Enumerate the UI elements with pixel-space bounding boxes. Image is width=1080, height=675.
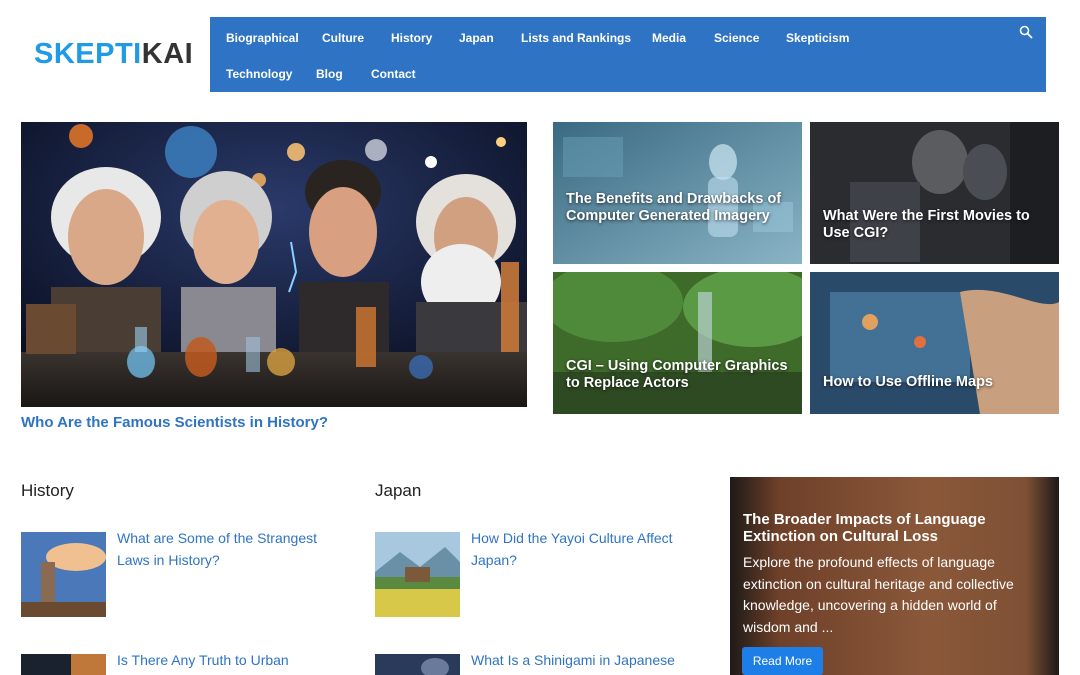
tile-image: [810, 122, 1059, 264]
tile-offline-maps[interactable]: How to Use Offline Maps: [810, 272, 1059, 414]
nav-science[interactable]: Science: [714, 31, 759, 45]
feature-title: The Broader Impacts of Language Extincti…: [743, 511, 986, 545]
tile-title: The Benefits and Drawbacks of Computer G…: [566, 191, 782, 224]
tile-cgi-replace-actors[interactable]: CGI – Using Computer Graphics to Replace…: [553, 272, 802, 414]
tile-image: [553, 272, 802, 414]
logo-part2: KAI: [141, 38, 194, 70]
feature-card[interactable]: The Broader Impacts of Language Extincti…: [730, 477, 1059, 675]
japan-item-image[interactable]: [375, 532, 460, 617]
history-item-image[interactable]: [21, 532, 106, 617]
site-logo[interactable]: SKEPTIKAI: [34, 38, 193, 71]
tile-title: How to Use Offline Maps: [823, 374, 993, 390]
nav-history[interactable]: History: [391, 31, 432, 45]
tile-image: [810, 272, 1059, 414]
japan-item-link[interactable]: How Did the Yayoi Culture Affect Japan?: [471, 527, 686, 571]
history-item-link[interactable]: Is There Any Truth to Urban: [117, 649, 332, 671]
feature-description: Explore the profound effects of language…: [743, 554, 1014, 635]
nav-biographical[interactable]: Biographical: [226, 31, 299, 45]
tile-title: What Were the First Movies to Use CGI?: [823, 208, 1030, 241]
hero-title-link[interactable]: Who Are the Famous Scientists in History…: [21, 414, 328, 431]
history-item-image[interactable]: [21, 654, 106, 675]
read-more-button[interactable]: Read More: [742, 647, 823, 675]
section-heading-japan: Japan: [375, 481, 422, 500]
search-icon[interactable]: [1019, 25, 1033, 39]
main-nav: Biographical Culture History Japan Lists…: [210, 17, 1046, 92]
nav-japan[interactable]: Japan: [459, 31, 494, 45]
nav-culture[interactable]: Culture: [322, 31, 364, 45]
history-item-link[interactable]: What are Some of the Strangest Laws in H…: [117, 527, 332, 571]
nav-lists-and-rankings[interactable]: Lists and Rankings: [521, 31, 631, 45]
nav-skepticism[interactable]: Skepticism: [786, 31, 849, 45]
japan-item-image[interactable]: [375, 654, 460, 675]
logo-part1: SKEPTI: [34, 38, 142, 70]
tile-cgi-benefits[interactable]: The Benefits and Drawbacks of Computer G…: [553, 122, 802, 264]
japan-item-link[interactable]: What Is a Shinigami in Japanese: [471, 649, 686, 671]
hero-image[interactable]: [21, 122, 527, 407]
section-heading-history: History: [21, 481, 74, 500]
nav-blog[interactable]: Blog: [316, 67, 343, 81]
nav-technology[interactable]: Technology: [226, 67, 292, 81]
nav-media[interactable]: Media: [652, 31, 686, 45]
tile-first-cgi-movies[interactable]: What Were the First Movies to Use CGI?: [810, 122, 1059, 264]
nav-contact[interactable]: Contact: [371, 67, 416, 81]
tile-title: CGI – Using Computer Graphics to Replace…: [566, 358, 788, 391]
